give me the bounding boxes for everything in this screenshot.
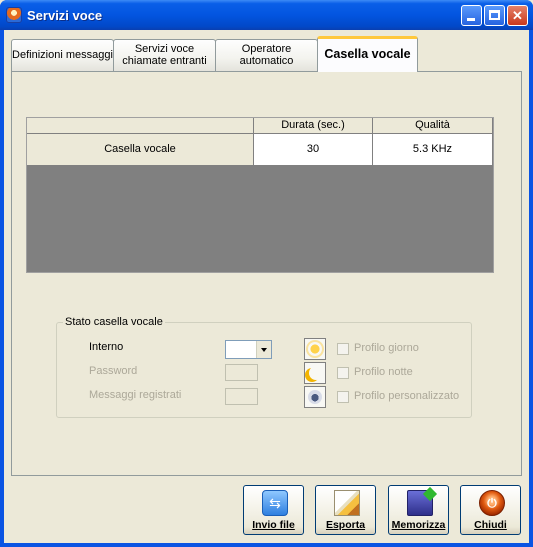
grid-header-name	[27, 118, 254, 134]
password-label: Password	[89, 365, 138, 377]
messaggi-registrati-label: Messaggi registrati	[89, 389, 182, 401]
custom-profile-box	[304, 386, 326, 408]
tab-casella-vocale[interactable]: Casella vocale	[317, 36, 418, 72]
tab-servizi-voce[interactable]: Servizi voce chiamate entranti	[113, 39, 216, 71]
tab-operatore-automatico[interactable]: Operatore automatico	[215, 39, 318, 71]
minimize-button[interactable]	[461, 5, 482, 26]
maximize-icon	[489, 10, 500, 20]
chiudi-label: Chiudi	[474, 519, 507, 531]
memorizza-label: Memorizza	[391, 519, 446, 531]
interno-combobox[interactable]	[225, 340, 272, 359]
tab-label-line2: chiamate entranti	[122, 55, 207, 67]
app-icon	[6, 7, 22, 23]
tab-label-line1: Operatore	[241, 43, 292, 55]
title-bar[interactable]: Servizi voce ✕	[0, 0, 533, 30]
status-groupbox: Stato casella vocale Interno Password Me…	[56, 316, 472, 418]
profilo-notte-label: Profilo notte	[354, 366, 413, 378]
close-button[interactable]: ✕	[507, 5, 528, 26]
minimize-icon	[467, 18, 475, 21]
esporta-label: Esporta	[325, 519, 366, 531]
invio-file-button[interactable]: ⇆ Invio file	[243, 485, 304, 535]
custom-profile-icon	[308, 390, 322, 404]
groupbox-title: Stato casella vocale	[63, 316, 165, 328]
grid-row-label: Casella vocale	[27, 134, 254, 166]
pencil-icon	[334, 490, 360, 516]
sun-icon	[308, 342, 322, 356]
day-profile-box	[304, 338, 326, 360]
maximize-button[interactable]	[484, 5, 505, 26]
esporta-button[interactable]: Esporta	[315, 485, 376, 535]
window-frame: Servizi voce ✕ Definizioni messaggi Serv…	[0, 0, 533, 547]
tab-panel: Durata (sec.) Qualità Casella vocale 30 …	[11, 71, 522, 476]
grid-header-qualita[interactable]: Qualità	[373, 118, 493, 134]
invio-file-label: Invio file	[252, 519, 295, 531]
grid-cell-qualita[interactable]: 5.3 KHz	[373, 134, 493, 166]
memorizza-button[interactable]: Memorizza	[388, 485, 449, 535]
grid-header-durata[interactable]: Durata (sec.)	[254, 118, 373, 134]
chiudi-button[interactable]: ⏻ Chiudi	[460, 485, 521, 535]
tab-label: Definizioni messaggi	[12, 49, 113, 61]
interno-label: Interno	[89, 341, 124, 353]
close-icon: ✕	[512, 8, 523, 23]
profilo-notte-checkbox	[337, 367, 349, 379]
chevron-down-icon[interactable]	[256, 341, 271, 358]
password-field	[225, 364, 258, 381]
voicemail-grid[interactable]: Durata (sec.) Qualità Casella vocale 30 …	[26, 117, 494, 273]
window-title: Servizi voce	[27, 8, 103, 23]
profilo-personalizzato-label: Profilo personalizzato	[354, 390, 460, 402]
profilo-giorno-label: Profilo giorno	[354, 342, 419, 354]
tab-label: Casella vocale	[324, 47, 411, 61]
moon-icon	[309, 366, 323, 380]
tab-label-line1: Servizi voce	[134, 43, 195, 55]
grid-cell-durata[interactable]: 30	[254, 134, 373, 166]
tab-definizioni-messaggi[interactable]: Definizioni messaggi	[11, 39, 114, 71]
tab-label-line2: automatico	[239, 55, 294, 67]
save-disk-icon	[407, 490, 433, 516]
usb-icon: ⇆	[262, 490, 288, 516]
profilo-giorno-checkbox	[337, 343, 349, 355]
power-icon: ⏻	[479, 490, 505, 516]
messaggi-registrati-field	[225, 388, 258, 405]
profilo-personalizzato-checkbox	[337, 391, 349, 403]
night-profile-box	[304, 362, 326, 384]
window-client: Definizioni messaggi Servizi voce chiama…	[4, 30, 529, 543]
